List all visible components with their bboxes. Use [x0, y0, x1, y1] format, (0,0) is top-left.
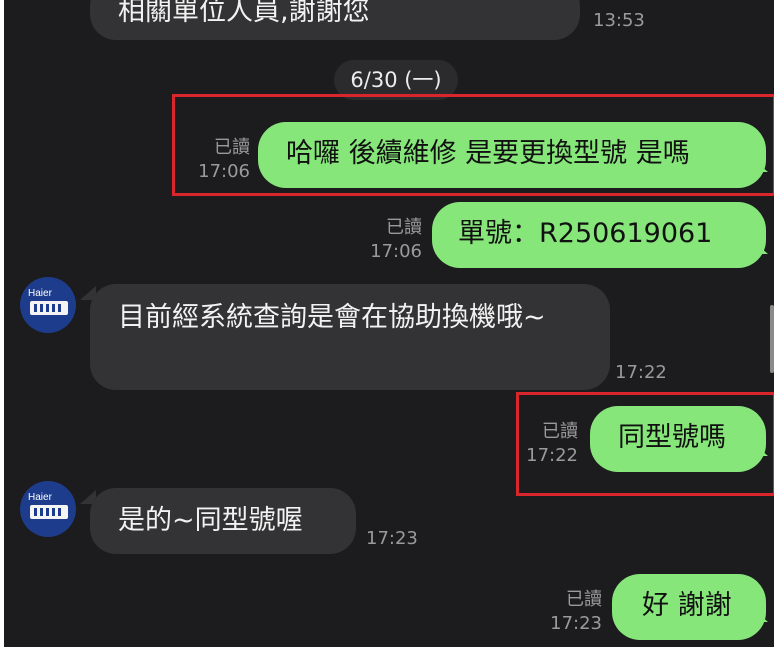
read-label: 已讀 [566, 589, 602, 610]
highlight-box [172, 94, 774, 196]
message-time: 17:06 [370, 241, 422, 262]
read-receipt: 已讀 17:06 [368, 216, 422, 264]
avatar[interactable]: Haier [20, 481, 76, 537]
message-time: 17:23 [550, 613, 602, 634]
incoming-message-bubble[interactable]: 是的~同型號喔 [90, 488, 356, 554]
incoming-message-bubble[interactable]: 目前經系統查詢是會在協助換機哦~ [90, 284, 610, 390]
message-text: 單號：R250619061 [458, 218, 713, 249]
avatar-brand-logo: Haier [28, 492, 52, 503]
message-text: 是的~同型號喔 [118, 505, 303, 536]
appliance-icon [30, 301, 68, 315]
outgoing-message-bubble[interactable]: 單號：R250619061 [432, 202, 766, 268]
incoming-message-bubble[interactable]: 相關單位人員,謝謝您 [90, 0, 580, 40]
avatar[interactable]: Haier [20, 277, 76, 333]
read-label: 已讀 [386, 217, 422, 238]
message-time: 17:22 [615, 362, 667, 383]
read-receipt: 已讀 17:23 [544, 588, 602, 636]
outgoing-message-bubble[interactable]: 好 謝謝 [612, 574, 766, 640]
avatar-brand-logo: Haier [28, 288, 52, 299]
scrollbar[interactable] [770, 305, 774, 373]
chat-screen: 相關單位人員,謝謝您 13:53 6/30 (一) 已讀 17:06 哈囉 後續… [4, 0, 774, 647]
message-time: 17:23 [366, 528, 418, 549]
message-text: 目前經系統查詢是會在協助換機哦~ [118, 302, 546, 333]
message-text: 好 謝謝 [642, 590, 732, 621]
appliance-icon [30, 505, 68, 519]
message-time: 13:53 [593, 10, 645, 31]
message-text: 相關單位人員,謝謝您 [118, 0, 370, 27]
highlight-box [516, 392, 774, 496]
